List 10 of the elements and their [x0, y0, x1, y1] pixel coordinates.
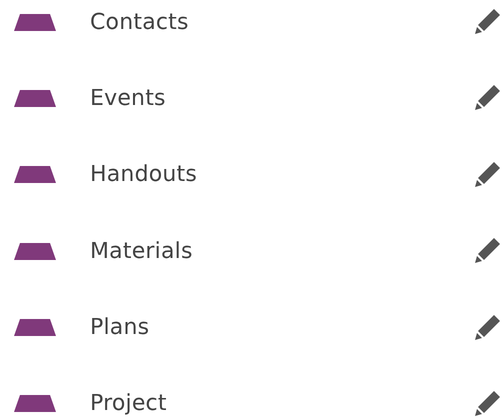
section-name[interactable]: Materials [90, 238, 472, 264]
section-name[interactable]: Handouts [90, 162, 472, 188]
section-name[interactable]: Project [90, 391, 472, 416]
pencil-icon[interactable] [472, 388, 502, 419]
section-name[interactable]: Contacts [90, 10, 472, 34]
pencil-icon[interactable] [472, 7, 502, 37]
section-name[interactable]: Plans [90, 315, 472, 340]
section-name[interactable]: Events [90, 86, 472, 111]
pencil-icon[interactable] [472, 312, 502, 343]
pencil-icon[interactable] [472, 160, 502, 190]
